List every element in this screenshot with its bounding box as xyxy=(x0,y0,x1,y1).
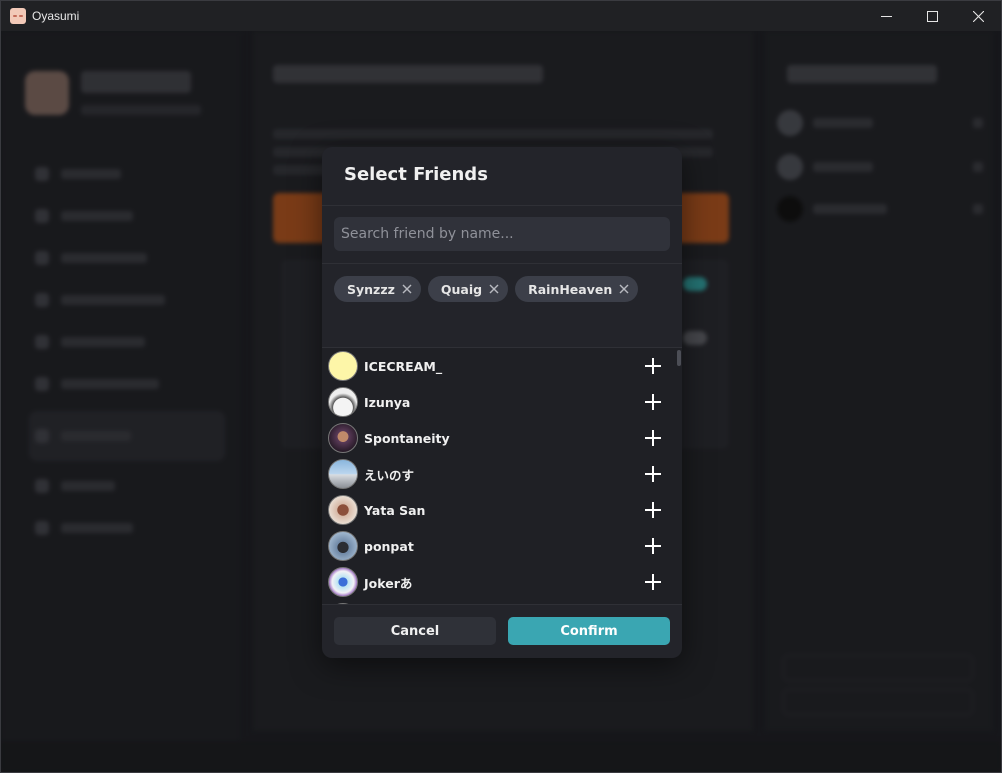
confirm-button[interactable]: Confirm xyxy=(508,617,670,645)
friend-name: Spontaneity xyxy=(364,430,450,446)
cancel-button[interactable]: Cancel xyxy=(334,617,496,645)
selected-friends-chips: Synzzz Quaig RainHeaven xyxy=(334,276,639,302)
close-icon xyxy=(619,284,629,294)
app-logo-icon xyxy=(10,8,26,24)
friend-row[interactable]: Spontaneity xyxy=(322,420,676,456)
plus-icon[interactable] xyxy=(644,429,662,447)
divider xyxy=(322,263,682,264)
chip-label: Synzzz xyxy=(347,281,395,297)
figure-avatar xyxy=(328,495,358,525)
friend-row[interactable]: えいのす xyxy=(322,456,676,492)
selected-friend-chip: Quaig xyxy=(427,276,509,302)
window-controls xyxy=(863,1,1001,31)
chip-label: RainHeaven xyxy=(528,281,613,297)
divider xyxy=(322,604,682,605)
friend-search-input[interactable] xyxy=(334,217,670,251)
friend-row[interactable]: ponpat xyxy=(322,528,676,564)
friend-row[interactable]: ICECREAM_ xyxy=(322,348,676,384)
close-window-button[interactable] xyxy=(955,1,1001,31)
minimize-button[interactable] xyxy=(863,1,909,31)
plus-icon[interactable] xyxy=(644,357,662,375)
remove-chip-button[interactable] xyxy=(488,283,500,295)
plus-icon[interactable] xyxy=(644,501,662,519)
modal-actions: Cancel Confirm xyxy=(334,617,670,645)
friend-row[interactable]: Jokerあ xyxy=(322,564,676,600)
close-icon xyxy=(489,284,499,294)
friend-name: Yata San xyxy=(364,502,426,518)
sticker-avatar xyxy=(328,567,358,597)
selected-friend-chip: RainHeaven xyxy=(515,276,639,302)
friend-row[interactable]: Izunya xyxy=(322,384,676,420)
divider xyxy=(322,205,682,206)
friend-name: ICECREAM_ xyxy=(364,358,443,374)
figure-avatar xyxy=(328,531,358,561)
modal-title: Select Friends xyxy=(344,164,488,185)
selected-friend-chip: Synzzz xyxy=(334,276,421,302)
minimize-icon xyxy=(880,15,892,17)
plus-icon[interactable] xyxy=(644,393,662,411)
select-friends-modal: Select Friends Synzzz Quaig RainHeaven I… xyxy=(322,147,682,658)
close-icon xyxy=(402,284,412,294)
white-avatar xyxy=(328,387,358,417)
friend-name: Izunya xyxy=(364,394,411,410)
window-title: Oyasumi xyxy=(32,9,80,23)
friend-name: えいのす xyxy=(364,467,415,483)
remove-chip-button[interactable] xyxy=(401,283,413,295)
maximize-icon xyxy=(926,10,938,22)
plus-icon[interactable] xyxy=(644,465,662,483)
maximize-button[interactable] xyxy=(909,1,955,31)
yellow-avatar xyxy=(328,351,358,381)
friends-list[interactable]: ICECREAM_ Izunya Spontaneity えいのす Yata S xyxy=(322,348,682,604)
friend-name: ponpat xyxy=(364,538,414,554)
friend-name: Jokerあ xyxy=(364,575,413,591)
friend-row[interactable]: Yata San xyxy=(322,492,676,528)
chip-label: Quaig xyxy=(440,281,483,297)
title-bar[interactable]: Oyasumi xyxy=(1,1,1001,31)
sky-avatar xyxy=(328,459,358,489)
remove-chip-button[interactable] xyxy=(618,283,630,295)
app-window: Oyasumi Select Friends Search friend by … xyxy=(0,0,1002,773)
plus-icon[interactable] xyxy=(644,573,662,591)
character-avatar xyxy=(328,423,358,453)
scrollbar-thumb[interactable] xyxy=(677,350,681,366)
plus-icon[interactable] xyxy=(644,537,662,555)
close-icon xyxy=(972,10,984,22)
